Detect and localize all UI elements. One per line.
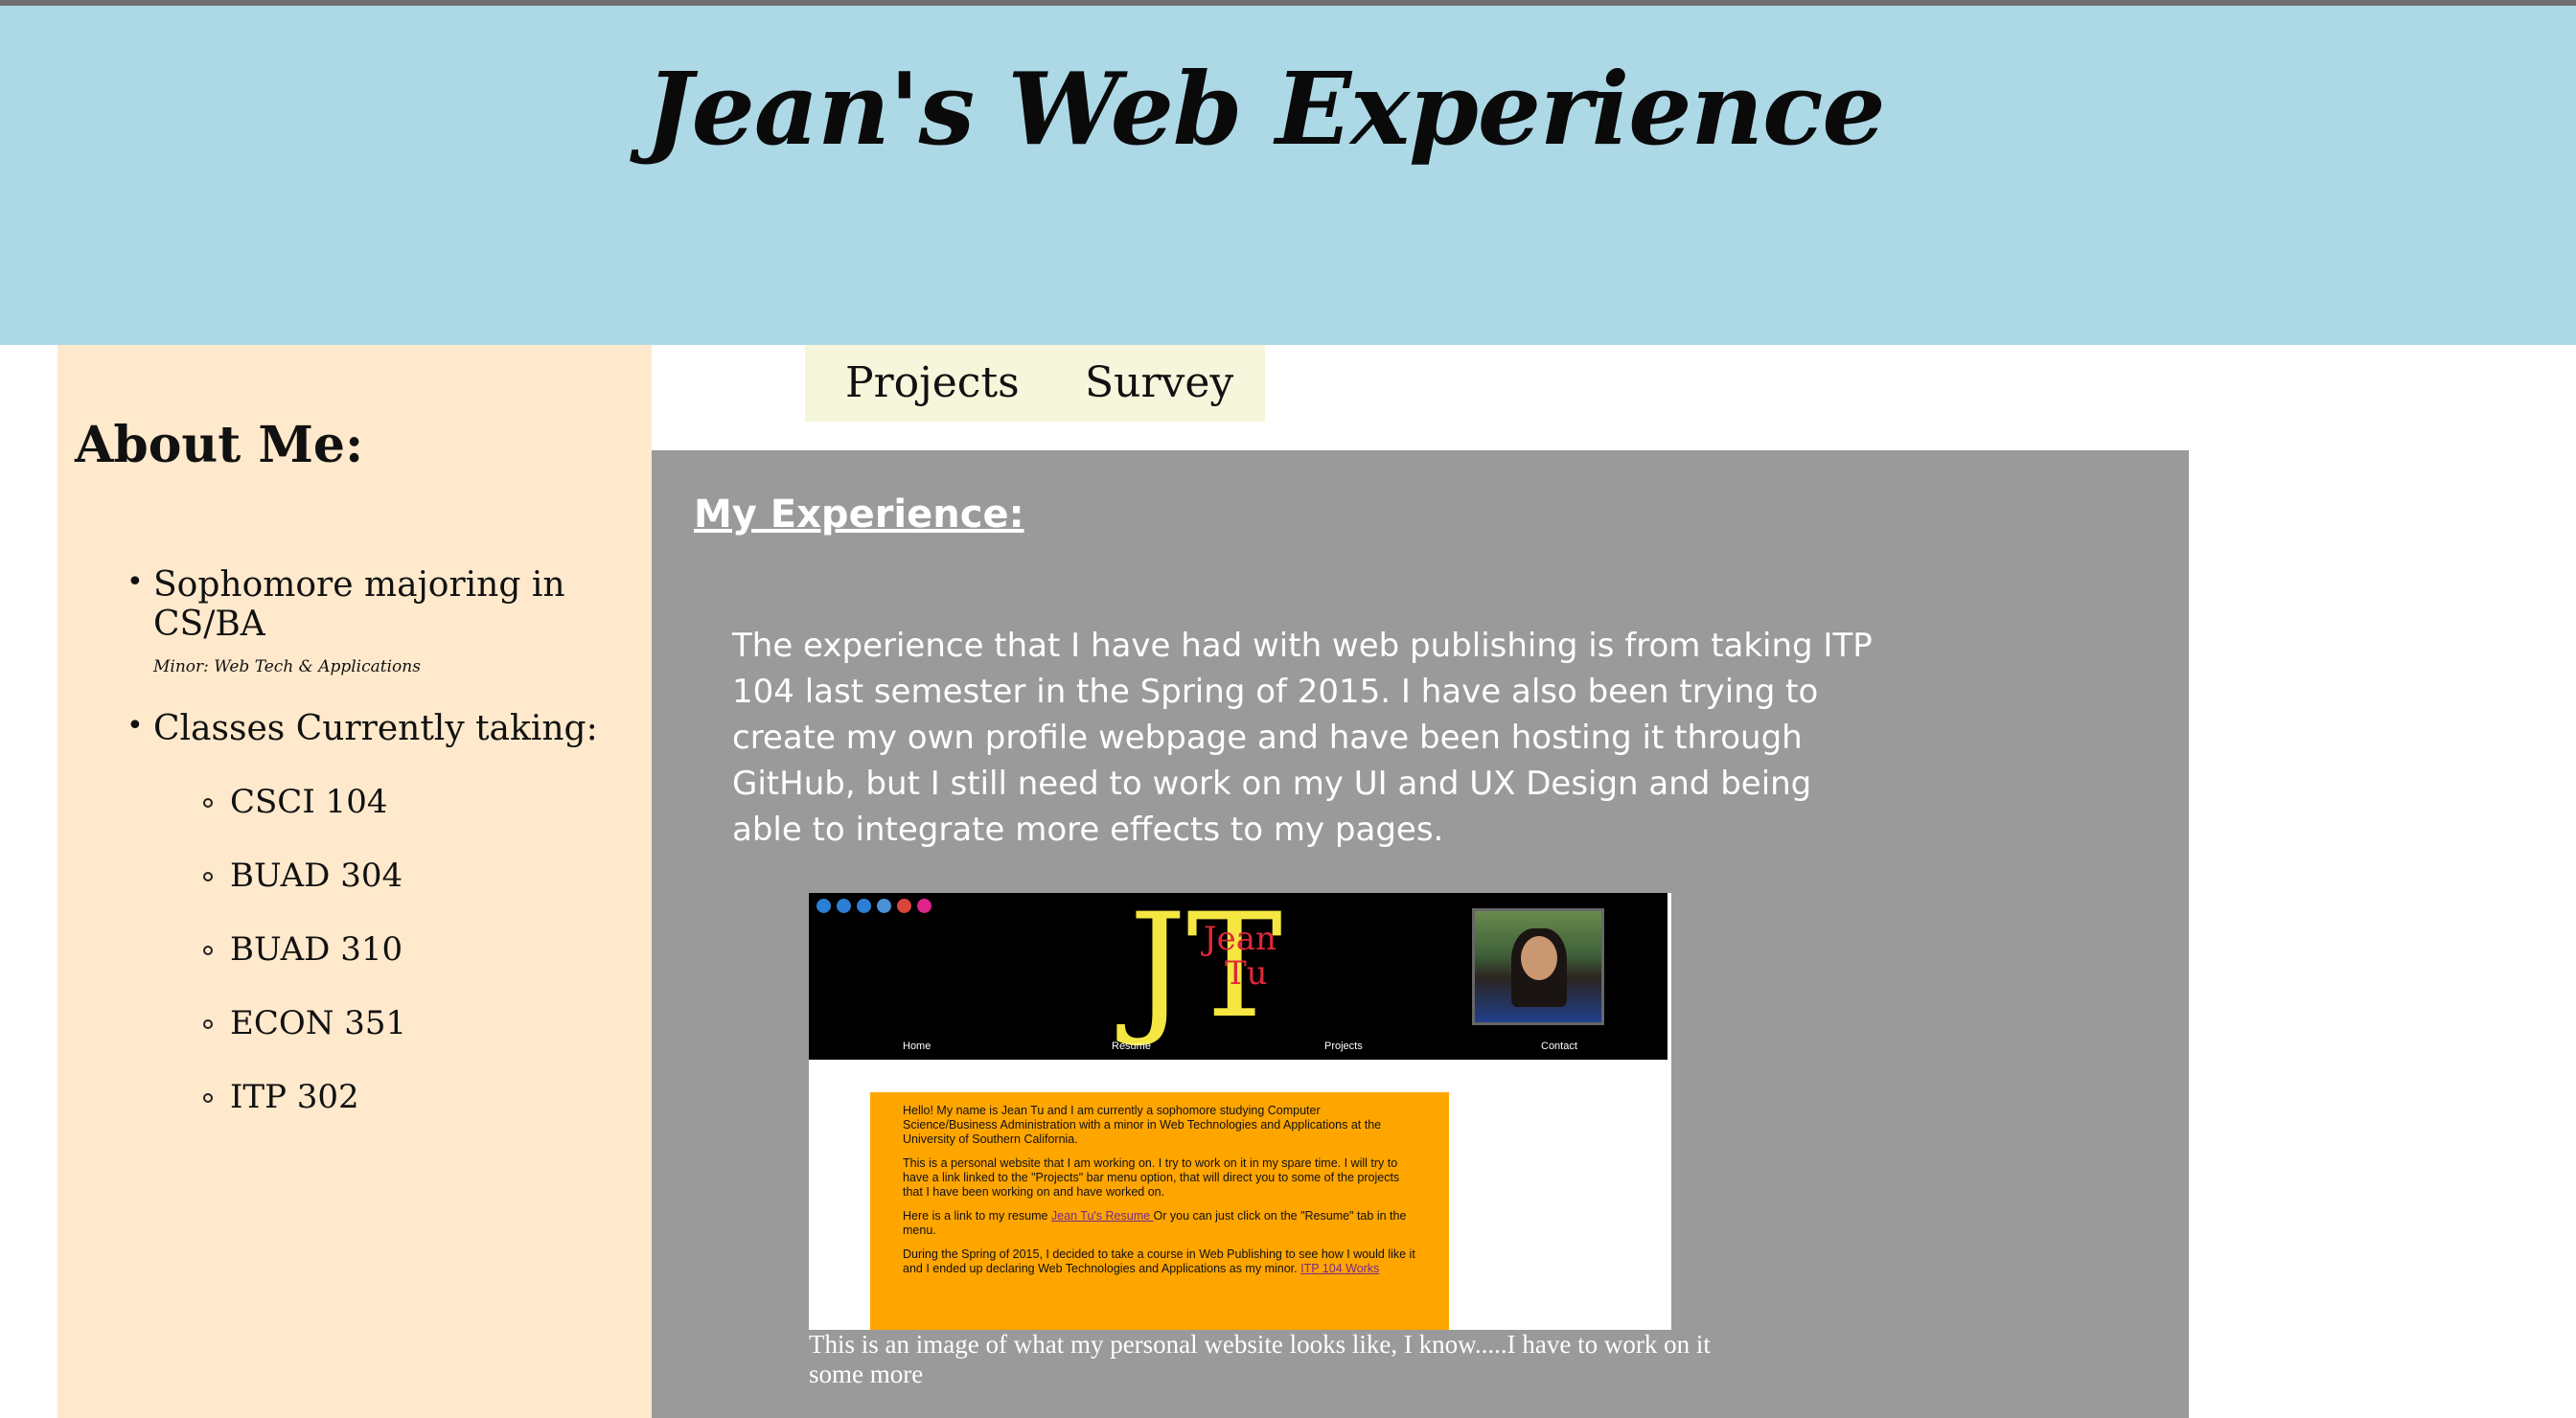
class-item: ECON 351 — [203, 1004, 652, 1078]
instagram-icon — [877, 899, 891, 913]
website-screenshot-image: JT Jean Tu Home Resume Projects Contact … — [809, 893, 1671, 1330]
screenshot-nav-contact: Contact — [1541, 1041, 1577, 1052]
experience-heading: My Experience: — [694, 492, 1024, 537]
nav-survey-link[interactable]: Survey — [1085, 358, 1233, 407]
class-item: CSCI 104 — [203, 783, 652, 857]
linkedin-icon — [816, 899, 831, 913]
class-label: BUAD 304 — [230, 857, 403, 895]
screenshot-intro-box: Hello! My name is Jean Tu and I am curre… — [870, 1092, 1449, 1330]
twitter-icon — [857, 899, 871, 913]
about-title: About Me: — [75, 416, 364, 474]
site-title: Jean's Web Experience — [645, 50, 1885, 168]
about-minor-note: Minor: Web Tech & Applications — [153, 657, 421, 676]
nav-projects-link[interactable]: Projects — [845, 358, 1020, 407]
class-label: ITP 302 — [230, 1078, 359, 1116]
logo-last-name: Tu — [1225, 954, 1268, 993]
header-banner: Jean's Web Experience — [0, 6, 2576, 345]
nav-bar: Projects Survey — [805, 345, 1265, 422]
list-item: • Sophomore majoring in CS/BA Minor: Web… — [126, 565, 652, 676]
class-label: ECON 351 — [230, 1004, 407, 1042]
screenshot-para-2: This is a personal website that I am wor… — [903, 1156, 1400, 1199]
social-icons — [816, 899, 932, 913]
about-sidebar: About Me: • Sophomore majoring in CS/BA … — [58, 345, 652, 1418]
screenshot-nav-projects: Projects — [1324, 1041, 1363, 1052]
photo-face-shape — [1521, 936, 1557, 980]
class-label: CSCI 104 — [230, 783, 388, 821]
class-label: BUAD 310 — [230, 930, 403, 969]
circle-bullet-icon — [203, 798, 213, 808]
about-list: • Sophomore majoring in CS/BA Minor: Web… — [126, 565, 652, 1152]
facebook-icon — [837, 899, 851, 913]
logo-first-name: Jean — [1204, 920, 1276, 958]
screenshot-nav-home: Home — [903, 1041, 932, 1052]
class-item: BUAD 304 — [203, 857, 652, 930]
image-caption: This is an image of what my personal web… — [809, 1330, 1711, 1388]
screenshot-para-1: Hello! My name is Jean Tu and I am curre… — [903, 1104, 1382, 1146]
list-item: • Classes Currently taking: CSCI 104 BUA… — [126, 709, 652, 1152]
experience-paragraph: The experience that I have had with web … — [732, 627, 1873, 849]
googleplus-icon — [897, 899, 911, 913]
profile-photo — [1472, 908, 1604, 1025]
circle-bullet-icon — [203, 872, 213, 881]
about-classes-label: Classes Currently taking: — [153, 709, 598, 748]
class-item: BUAD 310 — [203, 930, 652, 1004]
screenshot-para-3-text: Here is a link to my resume — [903, 1209, 1051, 1223]
screenshot-para-3: Here is a link to my resume Jean Tu's Re… — [903, 1209, 1416, 1238]
screenshot-itp-link: ITP 104 Works — [1300, 1262, 1380, 1275]
flickr-icon — [917, 899, 932, 913]
class-item: ITP 302 — [203, 1078, 652, 1152]
screenshot-resume-link: Jean Tu's Resume — [1050, 1209, 1154, 1223]
circle-bullet-icon — [203, 1093, 213, 1103]
bullet-icon: • — [126, 565, 144, 599]
about-major: Sophomore majoring in CS/BA — [153, 565, 565, 644]
circle-bullet-icon — [203, 946, 213, 955]
bullet-icon: • — [126, 709, 144, 743]
screenshot-nav: Home Resume Projects Contact — [809, 1037, 1668, 1060]
experience-panel: My Experience: The experience that I hav… — [652, 450, 2189, 1418]
screenshot-nav-resume: Resume — [1112, 1041, 1151, 1052]
circle-bullet-icon — [203, 1019, 213, 1029]
screenshot-header: JT Jean Tu Home Resume Projects Contact — [809, 893, 1668, 1060]
classes-list: CSCI 104 BUAD 304 BUAD 310 ECON 351 ITP … — [203, 783, 652, 1152]
screenshot-para-4: During the Spring of 2015, I decided to … — [903, 1247, 1416, 1276]
